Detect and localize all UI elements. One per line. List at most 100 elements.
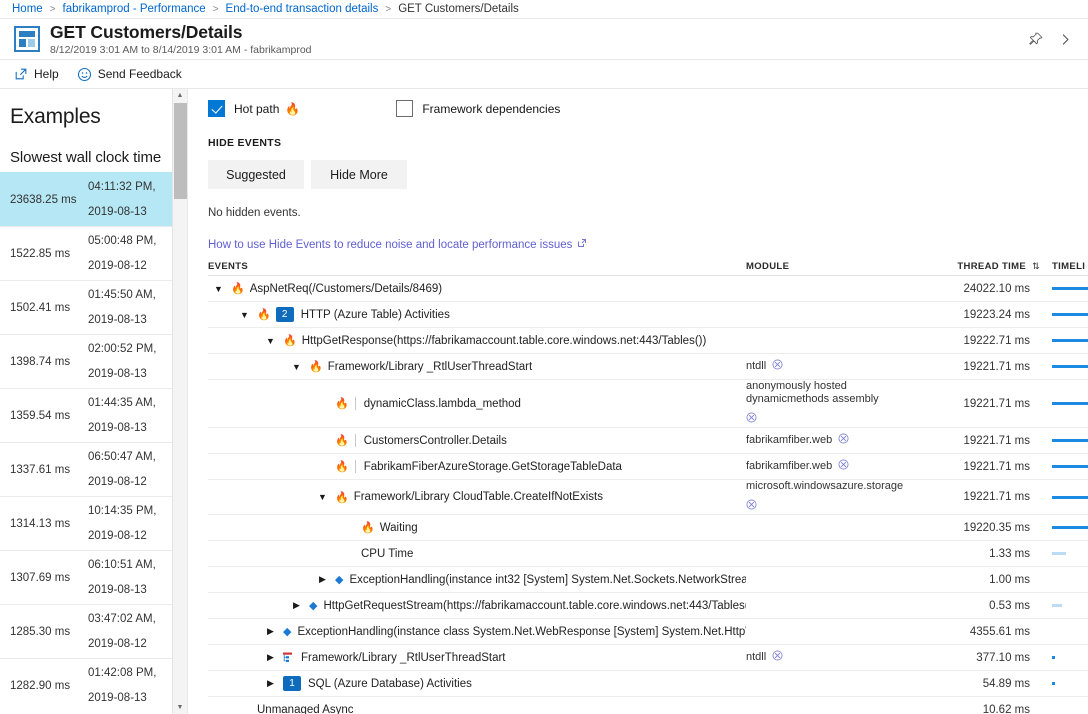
flame-icon: 🔥: [285, 102, 300, 116]
module-label: fabrikamfiber.web: [746, 460, 832, 473]
table-row[interactable]: ▼🔥HttpGetResponse(https://fabrikamaccoun…: [208, 328, 1088, 354]
table-row[interactable]: ▼🔥Framework/Library CloudTable.CreateIfN…: [208, 480, 1088, 515]
filters-row: Hot path 🔥 Framework dependencies: [208, 89, 1088, 117]
exclude-module-icon[interactable]: [838, 459, 849, 474]
table-row[interactable]: ▼🔥2HTTP (Azure Table) Activities19223.24…: [208, 302, 1088, 328]
breadcrumb-separator: >: [50, 4, 56, 15]
timeline-bar: [1052, 402, 1088, 405]
example-row[interactable]: 1502.41 ms01:45:50 AM,2019-08-13: [0, 280, 187, 334]
example-row[interactable]: 23638.25 ms04:11:32 PM,2019-08-13: [0, 172, 187, 226]
expand-collapse-chevron-down-icon[interactable]: ▼: [212, 284, 225, 294]
table-row[interactable]: ▼🔥AspNetReq(/Customers/Details/8469)2402…: [208, 276, 1088, 302]
example-row[interactable]: 1285.30 ms03:47:02 AM,2019-08-12: [0, 604, 187, 658]
table-row[interactable]: ▶◆ExceptionHandling(instance int32 [Syst…: [208, 567, 1088, 593]
example-duration: 1522.85 ms: [10, 248, 88, 260]
module-cell: microsoft.windowsazure.storage: [746, 480, 918, 514]
expand-collapse-chevron-right-icon[interactable]: ▶: [264, 652, 277, 663]
pin-icon[interactable]: [1026, 30, 1044, 48]
table-row[interactable]: ▶◆HttpGetRequestStream(https://fabrikama…: [208, 593, 1088, 619]
flame-icon: 🔥: [335, 460, 349, 473]
tree-connector: [355, 397, 356, 410]
table-row[interactable]: CPU Time1.33 ms: [208, 541, 1088, 567]
exclude-module-icon[interactable]: [772, 359, 783, 374]
flame-icon: 🔥: [309, 360, 323, 373]
table-row[interactable]: ▶◆ExceptionHandling(instance class Syste…: [208, 619, 1088, 645]
table-row[interactable]: ▶Framework/Library _RtlUserThreadStartnt…: [208, 645, 1088, 671]
breadcrumb-item[interactable]: End-to-end transaction details: [226, 3, 379, 15]
example-row[interactable]: 1282.90 ms01:42:08 PM,2019-08-13: [0, 658, 187, 712]
flame-icon: 🔥: [361, 521, 375, 534]
example-date: 2019-08-13: [88, 206, 156, 219]
expand-collapse-chevron-right-icon[interactable]: ▶: [264, 626, 277, 637]
table-row[interactable]: ▶1SQL (Azure Database) Activities54.89 m…: [208, 671, 1088, 697]
expand-collapse-chevron-down-icon[interactable]: ▼: [316, 492, 329, 502]
example-row[interactable]: 1398.74 ms02:00:52 PM,2019-08-13: [0, 334, 187, 388]
breadcrumb-item: GET Customers/Details: [398, 3, 519, 15]
example-time: 01:42:08 PM,: [88, 667, 156, 680]
app-dashboard-icon: [14, 26, 40, 52]
timeline-cell: [1040, 339, 1088, 342]
table-row[interactable]: 🔥CustomersController.Detailsfabrikamfibe…: [208, 428, 1088, 454]
exclude-module-icon[interactable]: [772, 650, 783, 665]
expand-collapse-chevron-right-icon[interactable]: ▶: [290, 600, 303, 611]
expand-collapse-chevron-right-icon[interactable]: ▶: [264, 678, 277, 689]
example-time: 01:44:35 AM,: [88, 397, 156, 410]
example-duration: 1359.54 ms: [10, 410, 88, 422]
table-row[interactable]: 🔥FabrikamFiberAzureStorage.GetStorageTab…: [208, 454, 1088, 480]
table-row[interactable]: 🔥dynamicClass.lambda_methodanonymously h…: [208, 380, 1088, 428]
hide-more-button[interactable]: Hide More: [311, 160, 407, 189]
column-header-timeline[interactable]: TIMELI: [1040, 261, 1088, 272]
expand-collapse-chevron-right-icon[interactable]: ▶: [316, 574, 329, 585]
example-timestamp: 05:00:48 PM,2019-08-12: [88, 235, 156, 273]
breadcrumb-item[interactable]: fabrikamprod - Performance: [63, 3, 206, 15]
example-timestamp: 06:10:51 AM,2019-08-13: [88, 559, 156, 597]
example-row[interactable]: 1307.69 ms06:10:51 AM,2019-08-13: [0, 550, 187, 604]
examples-scrollbar[interactable]: ▲ ▼: [172, 89, 187, 714]
page-subtitle: 8/12/2019 3:01 AM to 8/14/2019 3:01 AM -…: [50, 43, 312, 57]
event-cell: ▶Framework/Library _RtlUserThreadStart: [208, 652, 746, 664]
expand-collapse-chevron-down-icon[interactable]: ▼: [290, 362, 303, 372]
event-cell: ▼🔥Framework/Library CloudTable.CreateIfN…: [208, 491, 746, 504]
table-row[interactable]: ▼🔥Framework/Library _RtlUserThreadStartn…: [208, 354, 1088, 380]
help-button[interactable]: Help: [14, 67, 59, 81]
scroll-down-arrow-icon[interactable]: ▼: [173, 701, 187, 714]
module-cell: fabrikamfiber.web: [746, 459, 918, 474]
no-hidden-events-text: No hidden events.: [208, 207, 1088, 219]
example-row[interactable]: 1337.61 ms06:50:47 AM,2019-08-12: [0, 442, 187, 496]
table-row[interactable]: 🔥Waiting19220.35 ms: [208, 515, 1088, 541]
column-header-thread-time[interactable]: THREAD TIME⇅: [918, 261, 1040, 272]
expand-collapse-chevron-down-icon[interactable]: ▼: [264, 336, 277, 346]
column-header-module[interactable]: MODULE: [746, 261, 918, 272]
suggested-button[interactable]: Suggested: [208, 160, 304, 189]
exclude-module-icon[interactable]: [746, 412, 757, 427]
expand-chevron-right-icon[interactable]: [1056, 30, 1074, 48]
example-row[interactable]: 1314.13 ms10:14:35 PM,2019-08-12: [0, 496, 187, 550]
example-row[interactable]: 1522.85 ms05:00:48 PM,2019-08-12: [0, 226, 187, 280]
framework-dependencies-checkbox[interactable]: Framework dependencies: [396, 100, 560, 117]
hot-path-checkbox-box[interactable]: [208, 100, 225, 117]
event-cell: ▼🔥2HTTP (Azure Table) Activities: [208, 307, 746, 322]
scrollbar-thumb[interactable]: [174, 103, 187, 199]
example-row[interactable]: 1359.54 ms01:44:35 AM,2019-08-13: [0, 388, 187, 442]
table-row[interactable]: Unmanaged Async10.62 ms: [208, 697, 1088, 714]
column-header-events[interactable]: EVENTS: [208, 261, 746, 272]
examples-list: 23638.25 ms04:11:32 PM,2019-08-131522.85…: [0, 172, 187, 712]
framework-dependencies-checkbox-box[interactable]: [396, 100, 413, 117]
slowest-wall-clock-title: Slowest wall clock time: [0, 129, 187, 172]
send-feedback-button[interactable]: Send Feedback: [77, 67, 182, 82]
scroll-up-arrow-icon[interactable]: ▲: [173, 89, 187, 102]
example-duration: 23638.25 ms: [10, 194, 88, 206]
timeline-cell: [1040, 496, 1088, 499]
timeline-cell: [1040, 365, 1088, 368]
expand-collapse-chevron-down-icon[interactable]: ▼: [238, 310, 251, 320]
flame-icon: 🔥: [283, 334, 297, 347]
external-link-icon: [577, 238, 587, 251]
example-date: 2019-08-13: [88, 314, 156, 327]
breadcrumb-item[interactable]: Home: [12, 3, 43, 15]
module-cell: anonymously hosted dynamicmethods assemb…: [746, 380, 918, 427]
exclude-module-icon[interactable]: [746, 499, 757, 514]
hide-events-help-link[interactable]: How to use Hide Events to reduce noise a…: [208, 238, 587, 251]
exclude-module-icon[interactable]: [838, 433, 849, 448]
example-date: 2019-08-13: [88, 584, 156, 597]
hot-path-checkbox[interactable]: Hot path 🔥: [208, 100, 300, 117]
